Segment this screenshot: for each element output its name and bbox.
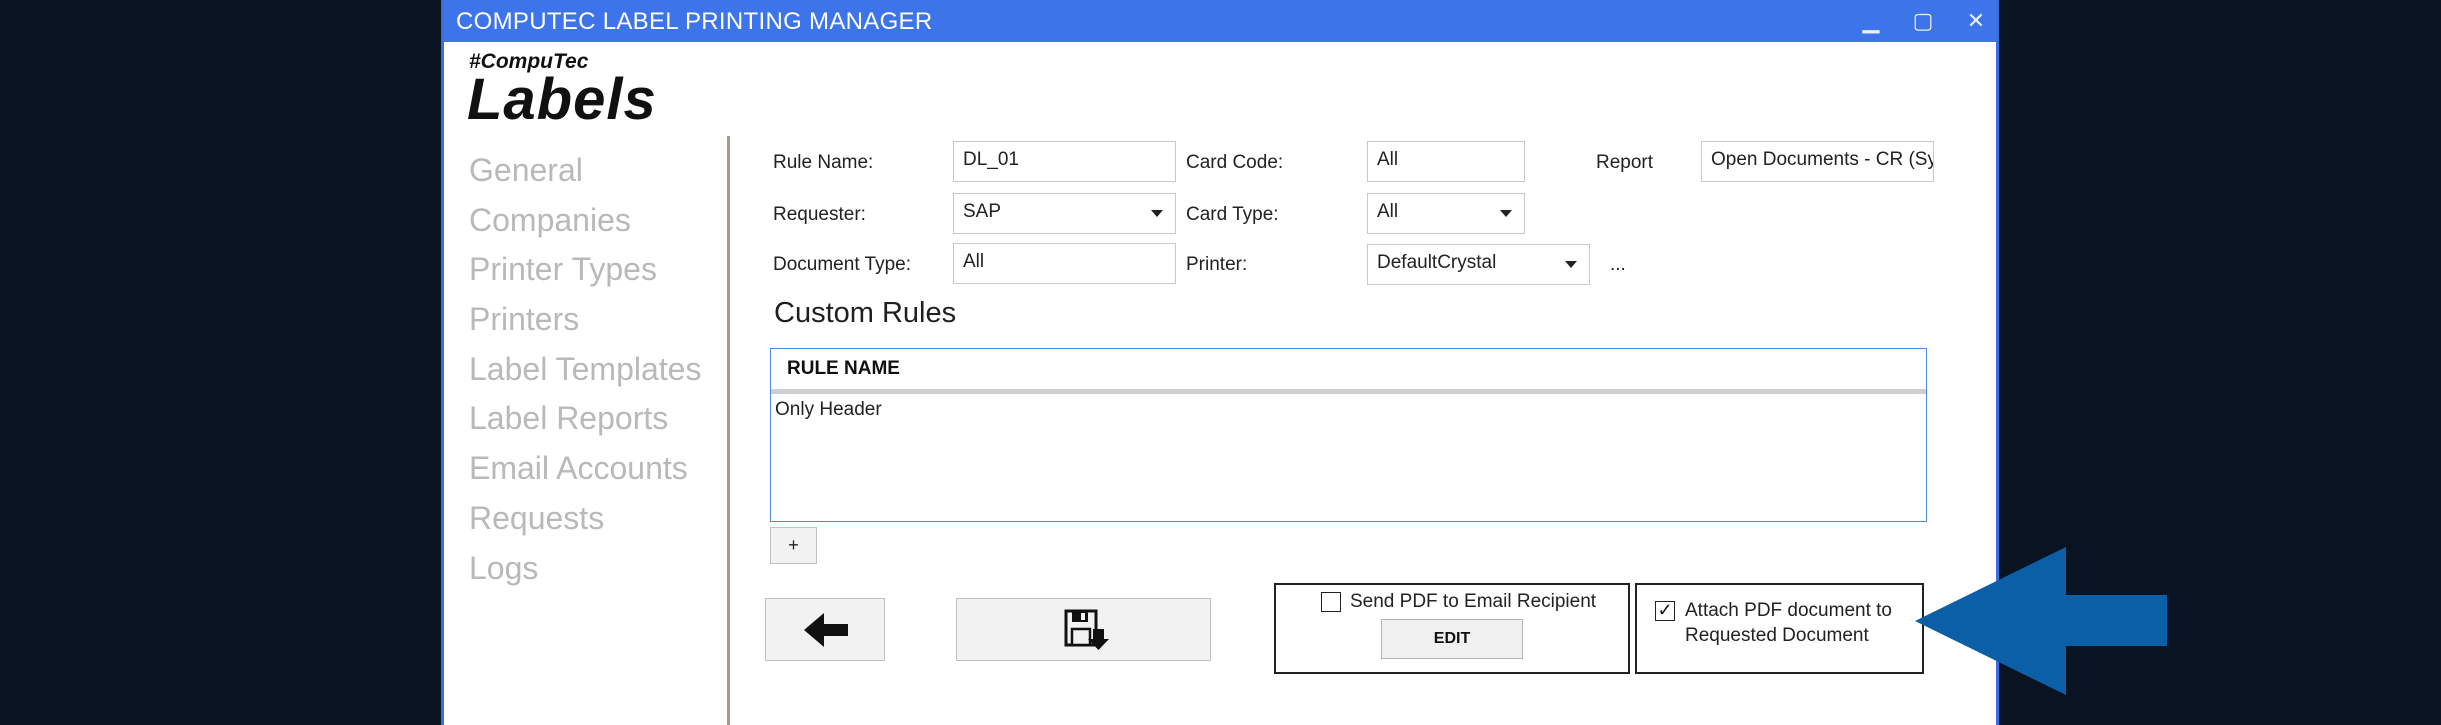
- minimize-icon[interactable]: ▁: [1851, 6, 1891, 36]
- sidebar-divider: [727, 136, 730, 725]
- rule-name-input[interactable]: DL_01: [953, 141, 1176, 182]
- custom-rules-title: Custom Rules: [774, 297, 957, 329]
- document-type-label: Document Type:: [773, 254, 912, 275]
- chevron-down-icon: [1565, 261, 1577, 268]
- requester-value: SAP: [963, 201, 1002, 222]
- sidebar-item-printers[interactable]: Printers: [469, 297, 701, 347]
- card-type-value: All: [1377, 201, 1399, 222]
- window-title: COMPUTEC LABEL PRINTING MANAGER: [456, 8, 933, 35]
- attach-pdf-label-line1: Attach PDF document to: [1685, 600, 1892, 621]
- sidebar-item-label-reports[interactable]: Label Reports: [469, 396, 701, 446]
- table-row[interactable]: Only Header: [775, 399, 882, 421]
- sidebar-item-general[interactable]: General: [469, 148, 701, 198]
- edit-button[interactable]: EDIT: [1381, 619, 1523, 659]
- printer-label: Printer:: [1186, 254, 1248, 275]
- email-option-box: Send PDF to Email Recipient EDIT: [1274, 583, 1630, 674]
- column-header-rule-name[interactable]: RULE NAME: [771, 349, 1926, 394]
- back-button[interactable]: [765, 598, 885, 661]
- custom-rules-table: RULE NAME Only Header: [770, 348, 1927, 522]
- sidebar-item-logs[interactable]: Logs: [469, 546, 701, 596]
- add-rule-button[interactable]: +: [770, 527, 817, 564]
- app-window: COMPUTEC LABEL PRINTING MANAGER ▁ ▢ ✕ #C…: [441, 0, 1999, 725]
- rule-name-label: Rule Name:: [773, 152, 874, 173]
- sidebar-item-email-accounts[interactable]: Email Accounts: [469, 446, 701, 496]
- sidebar-nav: General Companies Printer Types Printers…: [469, 148, 701, 595]
- attach-pdf-label-line2: Requested Document: [1685, 625, 1869, 646]
- card-type-select[interactable]: All: [1367, 193, 1525, 234]
- requester-select[interactable]: SAP: [953, 193, 1176, 234]
- sidebar-item-companies[interactable]: Companies: [469, 198, 701, 248]
- chevron-down-icon: [1151, 210, 1163, 217]
- save-button[interactable]: [956, 598, 1211, 661]
- send-pdf-checkbox[interactable]: [1321, 592, 1341, 612]
- sidebar-item-label-templates[interactable]: Label Templates: [469, 347, 701, 397]
- arrow-pointer-icon: [1915, 547, 2167, 695]
- card-type-label: Card Type:: [1186, 204, 1279, 225]
- attach-pdf-checkbox[interactable]: ✓: [1655, 601, 1675, 621]
- maximize-icon[interactable]: ▢: [1903, 6, 1943, 36]
- sidebar-item-printer-types[interactable]: Printer Types: [469, 247, 701, 297]
- title-bar: COMPUTEC LABEL PRINTING MANAGER ▁ ▢ ✕: [444, 0, 1996, 42]
- printer-value: DefaultCrystal: [1377, 252, 1497, 273]
- printer-select[interactable]: DefaultCrystal: [1367, 244, 1590, 285]
- logo: Labels: [467, 67, 657, 132]
- printer-more-button[interactable]: ...: [1610, 254, 1626, 276]
- close-icon[interactable]: ✕: [1956, 6, 1996, 36]
- requester-label: Requester:: [773, 204, 866, 225]
- card-code-label: Card Code:: [1186, 152, 1284, 173]
- chevron-down-icon: [1500, 210, 1512, 217]
- document-type-input[interactable]: All: [953, 243, 1176, 284]
- arrow-left-icon: [804, 613, 848, 647]
- attach-option-box: ✓ Attach PDF document to Requested Docum…: [1635, 583, 1924, 674]
- save-icon: [1064, 609, 1109, 650]
- send-pdf-label: Send PDF to Email Recipient: [1350, 591, 1597, 612]
- report-label: Report: [1596, 152, 1654, 173]
- card-code-input[interactable]: All: [1367, 141, 1525, 182]
- report-input[interactable]: Open Documents - CR (Sys: [1701, 141, 1934, 182]
- sidebar-item-requests[interactable]: Requests: [469, 496, 701, 546]
